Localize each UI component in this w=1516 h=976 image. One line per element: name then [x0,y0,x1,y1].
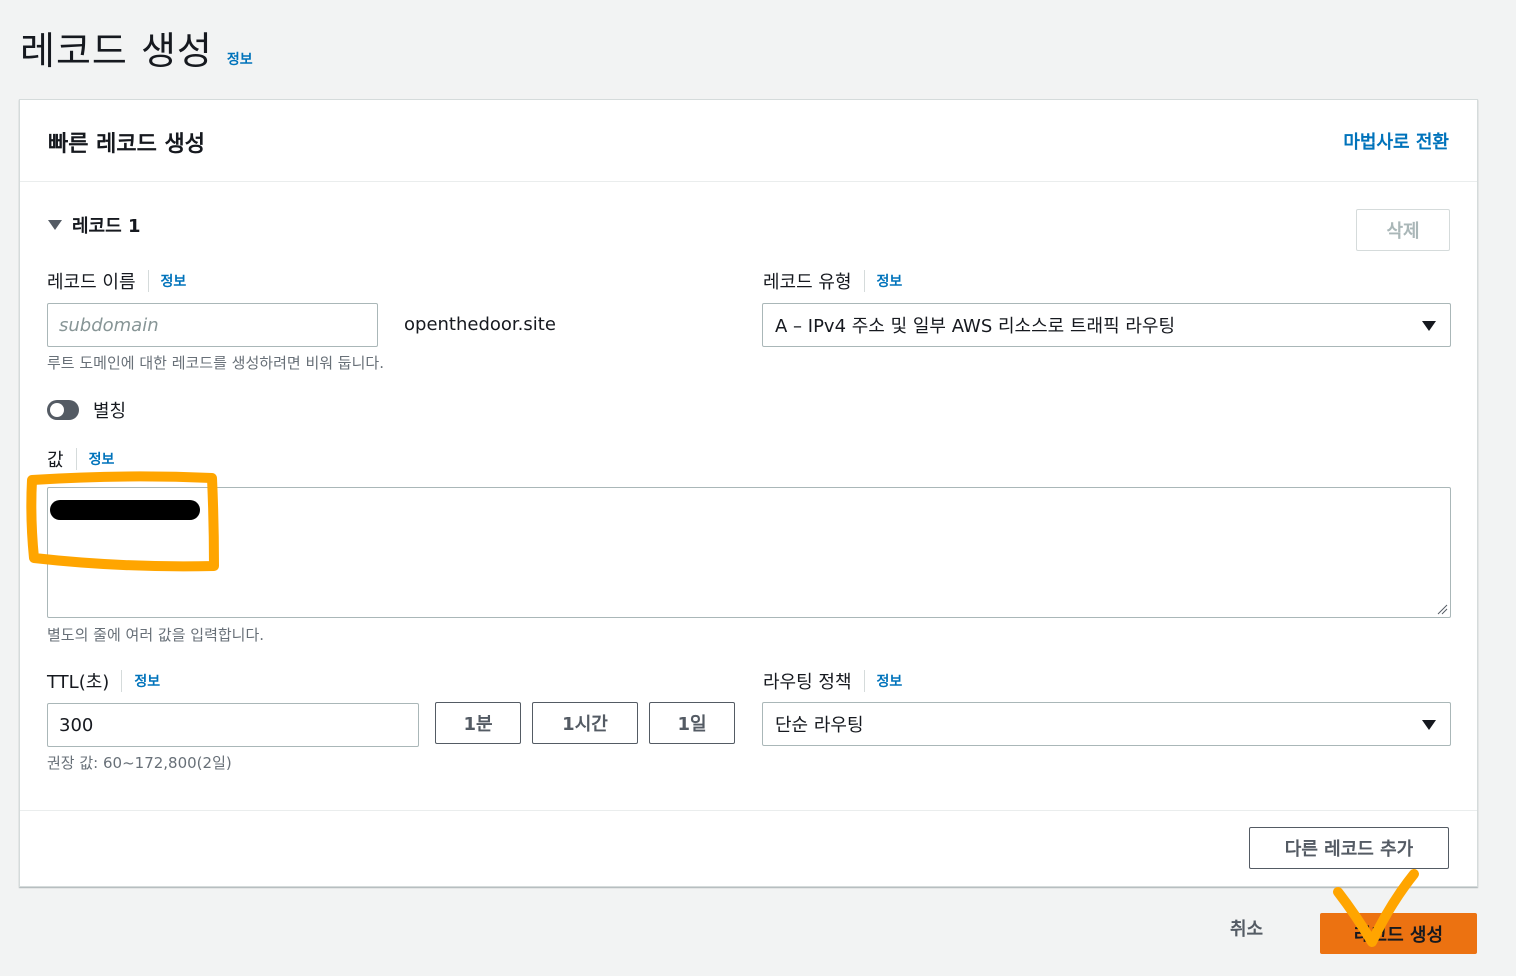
page-info-link[interactable]: 정보 [227,49,253,69]
redacted-value-mark [50,500,200,520]
card-footer: 다른 레코드 추가 [20,810,1477,888]
label-divider [863,270,865,292]
cancel-button[interactable]: 취소 [1230,915,1263,941]
page: 레코드 생성 정보 빠른 레코드 생성 마법사로 전환 레코드 1 삭제 레코드… [0,0,1516,976]
ttl-1-minute-button[interactable]: 1분 [435,702,521,744]
value-label-row: 값 정보 [47,446,114,472]
record-type-info-link[interactable]: 정보 [877,271,903,291]
record-name-hint: 루트 도메인에 대한 레코드를 생성하려면 비워 둡니다. [47,354,384,372]
record-heading: 레코드 1 [72,216,141,237]
alias-label: 별칭 [93,401,127,422]
add-another-record-button[interactable]: 다른 레코드 추가 [1249,827,1449,869]
value-textarea[interactable] [47,487,1451,618]
routing-label: 라우팅 정책 [763,672,852,693]
ttl-hint: 권장 값: 60~172,800(2일) [47,754,232,772]
routing-selected: 단순 라우팅 [775,715,864,736]
delete-button[interactable]: 삭제 [1356,209,1450,251]
resize-grip-icon[interactable] [1436,603,1448,615]
routing-label-row: 라우팅 정책 정보 [763,668,902,694]
page-header: 레코드 생성 정보 [20,20,253,75]
value-label: 값 [47,450,64,471]
ttl-1-day-button[interactable]: 1일 [649,702,735,744]
ttl-1-hour-button[interactable]: 1시간 [532,702,638,744]
ttl-info-link[interactable]: 정보 [134,671,160,691]
caret-down-icon [48,220,62,230]
value-hint: 별도의 줄에 여러 값을 입력합니다. [47,626,265,644]
ttl-input[interactable] [47,703,419,747]
quick-create-card: 빠른 레코드 생성 마법사로 전환 레코드 1 삭제 레코드 이름 정보 ope… [19,99,1478,887]
label-divider [121,670,123,692]
label-divider [75,448,77,470]
create-records-button[interactable]: 레코드 생성 [1320,913,1477,954]
record-type-label-row: 레코드 유형 정보 [763,268,902,294]
label-divider [147,270,149,292]
caret-down-icon [1422,321,1436,331]
toggle-knob [50,403,64,417]
page-title: 레코드 생성 [20,29,213,73]
domain-suffix: openthedoor.site [404,314,556,335]
value-info-link[interactable]: 정보 [89,449,115,469]
record-type-select[interactable]: A – IPv4 주소 및 일부 AWS 리소스로 트래픽 라우팅 [762,303,1451,347]
record-name-input[interactable] [47,303,378,347]
switch-to-wizard-link[interactable]: 마법사로 전환 [1343,128,1449,154]
caret-down-icon [1422,720,1436,730]
card-title: 빠른 레코드 생성 [48,132,205,157]
record-name-label-row: 레코드 이름 정보 [47,268,186,294]
routing-info-link[interactable]: 정보 [877,671,903,691]
label-divider [863,670,865,692]
alias-toggle[interactable] [47,400,79,420]
record-name-label: 레코드 이름 [47,272,136,293]
ttl-label-row: TTL(초) 정보 [47,668,160,694]
record-1-expander[interactable]: 레코드 1 [48,212,140,238]
alias-toggle-row: 별칭 [47,397,126,423]
record-type-selected: A – IPv4 주소 및 일부 AWS 리소스로 트래픽 라우팅 [775,316,1176,337]
record-name-info-link[interactable]: 정보 [161,271,187,291]
ttl-label: TTL(초) [47,672,110,693]
record-type-label: 레코드 유형 [763,272,852,293]
routing-policy-select[interactable]: 단순 라우팅 [762,702,1451,746]
card-header: 빠른 레코드 생성 마법사로 전환 [20,100,1477,182]
